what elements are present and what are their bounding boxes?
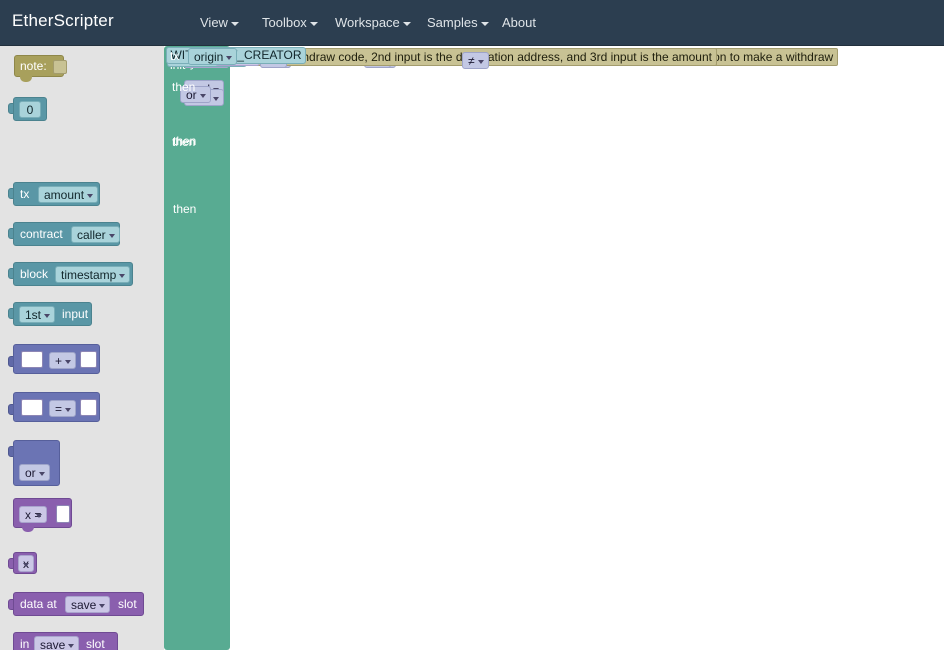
palette-block-dropdown[interactable]: timestamp [55, 266, 131, 283]
palette-variable-x-label[interactable]: x [18, 555, 34, 572]
assign-block-tab [22, 526, 34, 532]
left-operand-socket[interactable] [21, 351, 43, 368]
nav-item-samples-label: Samples [427, 15, 478, 30]
palette-block-contract-caller[interactable]: contract caller [13, 222, 120, 246]
chevron-down-icon [309, 21, 318, 26]
palette-operator-dropdown[interactable]: + [49, 352, 77, 369]
script-canvas[interactable]: init body note: "I WANT HALF!" Marriage … [164, 46, 944, 650]
right-operand-socket[interactable] [80, 351, 97, 368]
palette-block-in-slot-put[interactable]: in save slot put [13, 632, 118, 650]
chevron-down-icon [402, 21, 411, 26]
nav-item-about-label: About [502, 15, 536, 30]
palette-block-number[interactable]: 0 [13, 97, 47, 121]
palette-input-label: input [62, 307, 89, 321]
comparison-neq-dropdown[interactable]: ≠ [462, 52, 489, 69]
palette-in-dropdown[interactable]: save [34, 636, 80, 650]
palette-tx-label: tx [20, 187, 30, 201]
palette-block-assign-x[interactable]: x = [13, 498, 72, 528]
palette-block-label: block [20, 267, 49, 281]
navbar: EtherScripter View Toolbox Workspace Sam… [0, 0, 944, 46]
nav-item-toolbox[interactable]: Toolbox [262, 15, 318, 30]
nav-item-view-label: View [200, 15, 228, 30]
nav-item-view[interactable]: View [200, 15, 239, 30]
palette-in-label: in [20, 637, 30, 650]
palette-block-arithmetic[interactable]: + [13, 344, 100, 374]
then-label: then [172, 80, 196, 94]
nav-item-samples[interactable]: Samples [427, 15, 489, 30]
palette-block-note[interactable]: note: [14, 55, 67, 77]
palette-block-comparison[interactable]: = [13, 392, 100, 422]
note-block-tab [20, 75, 32, 82]
palette-number-value: 0 [19, 101, 41, 118]
palette-logic-dropdown[interactable]: or [19, 464, 50, 481]
palette-in-slot-label: slot [86, 637, 105, 650]
palette-block-tx-amount[interactable]: tx amount [13, 182, 100, 206]
right-operand-socket[interactable] [80, 399, 97, 416]
nav-item-toolbox-label: Toolbox [262, 15, 307, 30]
palette-tx-dropdown[interactable]: amount [38, 186, 99, 203]
palette-block-variable-x[interactable]: x [13, 552, 37, 574]
app-brand[interactable]: EtherScripter [12, 11, 114, 31]
palette-comparison-dropdown[interactable]: = [49, 400, 77, 417]
tx-label: tx [170, 49, 180, 63]
note-text-field[interactable] [53, 60, 67, 74]
assign-value-socket[interactable] [56, 505, 70, 523]
palette-contract-dropdown[interactable]: caller [71, 226, 120, 243]
palette-data-at-dropdown[interactable]: save [65, 596, 111, 613]
palette-block-data-at-slot[interactable]: data at save slot [13, 592, 144, 616]
chevron-down-icon [230, 21, 239, 26]
palette-var-x[interactable]: x = [19, 506, 48, 523]
then-label: then [173, 202, 197, 216]
palette-data-at-label: data at [20, 597, 57, 611]
nav-item-workspace-label: Workspace [335, 15, 400, 30]
palette-block-logic-or[interactable]: or [13, 440, 60, 486]
nav-item-workspace[interactable]: Workspace [335, 15, 411, 30]
palette-slot-label: slot [118, 597, 137, 611]
palette-input-dropdown[interactable]: 1st [19, 306, 56, 323]
left-operand-socket[interactable] [21, 399, 43, 416]
then-label: then [172, 135, 196, 149]
chevron-down-icon [480, 21, 489, 26]
tx-field-dropdown[interactable]: origin [188, 48, 238, 65]
palette-contract-label: contract [20, 227, 63, 241]
palette-note-label: note: [20, 59, 47, 73]
block-palette[interactable]: note: 0 tx amount contract caller block … [0, 46, 164, 650]
palette-block-nth-input[interactable]: 1st input [13, 302, 92, 326]
nav-item-about[interactable]: About [502, 15, 536, 30]
palette-block-block-timestamp[interactable]: block timestamp [13, 262, 133, 286]
